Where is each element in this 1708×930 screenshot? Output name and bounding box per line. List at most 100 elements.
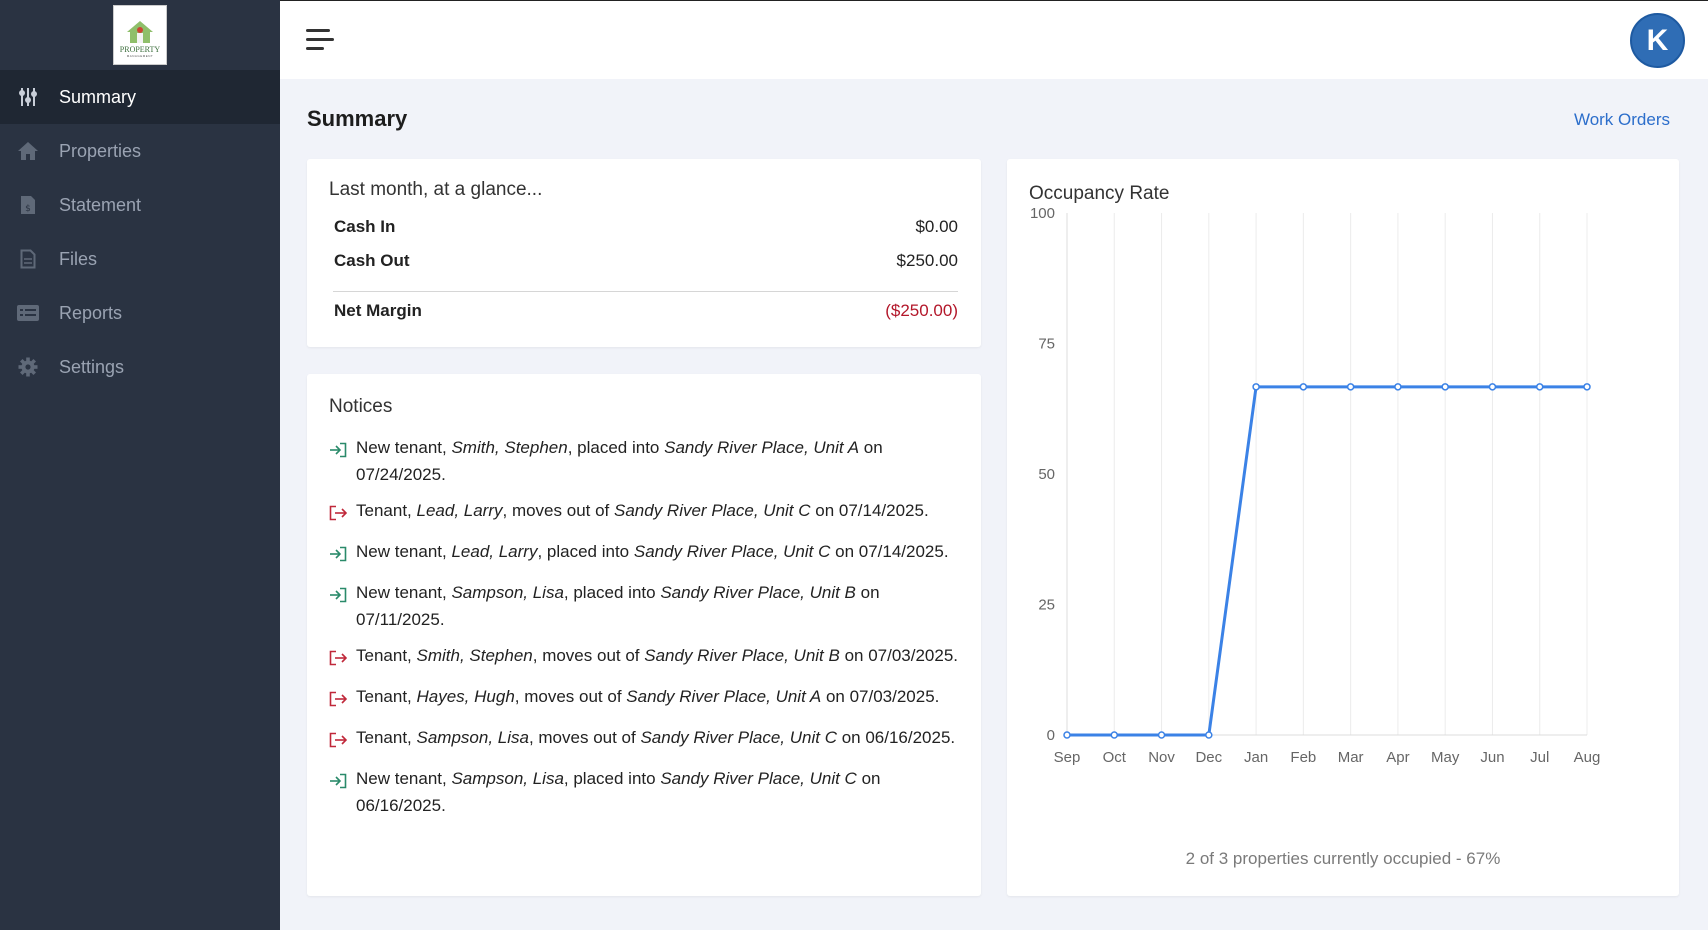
sidebar-item-label: Properties xyxy=(59,140,142,161)
notice-segment: New tenant, xyxy=(356,769,452,788)
notice-text: New tenant, Sampson, Lisa, placed into S… xyxy=(356,765,961,819)
notices-card: Notices New tenant, Smith, Stephen, plac… xyxy=(307,374,981,896)
sliders-icon xyxy=(16,85,40,109)
notice-segment: , placed into xyxy=(567,438,665,457)
notice-segment: on 07/03/2025. xyxy=(821,687,940,706)
sidebar-item-files[interactable]: Files xyxy=(0,232,280,286)
notice-item: New tenant, Smith, Stephen, placed into … xyxy=(329,434,961,488)
net-margin-value: ($250.00) xyxy=(885,301,958,320)
x-tick-label: Jul xyxy=(1530,749,1549,766)
home-icon xyxy=(16,139,40,163)
net-margin-label: Net Margin xyxy=(334,301,422,320)
notice-text: New tenant, Sampson, Lisa, placed into S… xyxy=(356,579,961,633)
page-title: Summary xyxy=(307,106,408,131)
sidebar-nav: Summary Properties $ Statement Files Rep… xyxy=(0,70,280,394)
notice-item: New tenant, Sampson, Lisa, placed into S… xyxy=(329,579,961,633)
notice-segment: on 07/14/2025. xyxy=(830,542,949,561)
data-point xyxy=(1205,731,1213,739)
notice-text: Tenant, Smith, Stephen, moves out of San… xyxy=(356,642,961,674)
y-tick-label: 25 xyxy=(1038,597,1055,614)
sidebar-item-summary[interactable]: Summary xyxy=(0,70,280,124)
glance-title: Last month, at a glance... xyxy=(329,179,543,200)
move-in-icon xyxy=(329,765,356,819)
chart-footer: 2 of 3 properties currently occupied - 6… xyxy=(1185,849,1501,868)
notice-item: New tenant, Lead, Larry, placed into San… xyxy=(329,538,961,570)
cash-in-value: $0.00 xyxy=(915,217,958,236)
notice-text: New tenant, Smith, Stephen, placed into … xyxy=(356,434,961,488)
data-point xyxy=(1488,383,1497,391)
x-tick-label: Apr xyxy=(1386,749,1409,766)
sidebar-item-reports[interactable]: Reports xyxy=(0,286,280,340)
notice-segment: Tenant, xyxy=(356,646,417,665)
notice-emphasis: Lead, Larry xyxy=(416,501,503,520)
data-point xyxy=(1394,383,1402,391)
notice-emphasis: Smith, Stephen xyxy=(451,438,568,457)
logo-area: PROPERTY MANAGEMENT xyxy=(0,0,280,70)
notice-emphasis: Sandy River Place, Unit C xyxy=(660,769,857,788)
notice-emphasis: Sampson, Lisa xyxy=(451,769,564,788)
data-point xyxy=(1299,383,1308,391)
notice-text: Tenant, Lead, Larry, moves out of Sandy … xyxy=(356,497,961,529)
data-point xyxy=(1063,731,1071,739)
avatar[interactable]: K xyxy=(1630,13,1685,68)
notices-title: Notices xyxy=(329,396,393,417)
move-in-icon xyxy=(329,579,356,633)
notice-segment: , placed into xyxy=(563,583,661,602)
top-bar: K xyxy=(280,0,1708,79)
notice-segment: New tenant, xyxy=(356,542,452,561)
data-point xyxy=(1535,383,1544,391)
notice-emphasis: Hayes, Hugh xyxy=(416,687,515,706)
notice-emphasis: Sandy River Place, Unit C xyxy=(614,501,811,520)
move-out-icon xyxy=(329,724,356,756)
svg-text:$: $ xyxy=(25,204,31,214)
notice-segment: , moves out of xyxy=(502,501,614,520)
menu-toggle-icon[interactable] xyxy=(306,29,334,51)
notice-segment: on 07/03/2025. xyxy=(839,646,959,665)
work-orders-link[interactable]: Work Orders xyxy=(1574,110,1670,130)
x-tick-label: May xyxy=(1431,749,1460,766)
sidebar-item-statement[interactable]: $ Statement xyxy=(0,178,280,232)
notice-segment: , moves out of xyxy=(532,646,645,665)
series-line xyxy=(1067,385,1587,737)
y-tick-label: 50 xyxy=(1038,466,1055,483)
move-in-icon xyxy=(329,538,356,570)
notice-emphasis: Sampson, Lisa xyxy=(416,728,529,747)
notice-emphasis: Lead, Larry xyxy=(451,542,538,561)
sidebar-item-label: Settings xyxy=(59,356,125,377)
notice-emphasis: Smith, Stephen xyxy=(416,646,533,665)
notice-segment: on 06/16/2025. xyxy=(836,728,956,747)
notice-text: Tenant, Sampson, Lisa, moves out of Sand… xyxy=(356,724,961,756)
data-point xyxy=(1583,383,1591,391)
data-point xyxy=(1346,383,1355,391)
x-tick-label: Jun xyxy=(1480,749,1504,766)
notice-list: New tenant, Smith, Stephen, placed into … xyxy=(329,434,961,828)
data-point xyxy=(1157,731,1166,739)
notice-emphasis: Sandy River Place, Unit A xyxy=(664,438,860,457)
notice-segment: Tenant, xyxy=(356,687,417,706)
list-card-icon xyxy=(16,301,40,325)
net-margin-row: Net Margin ($250.00) xyxy=(334,301,958,321)
sidebar: PROPERTY MANAGEMENT Summary Properties $… xyxy=(0,0,280,930)
house-logo-icon xyxy=(127,21,153,43)
y-tick-label: 100 xyxy=(1030,205,1055,222)
cash-out-label: Cash Out xyxy=(334,251,410,270)
notice-emphasis: Sandy River Place, Unit B xyxy=(644,646,840,665)
gear-icon xyxy=(16,355,40,379)
cash-out-value: $250.00 xyxy=(896,251,958,270)
notice-item: New tenant, Sampson, Lisa, placed into S… xyxy=(329,765,961,819)
y-tick-label: 0 xyxy=(1047,727,1055,744)
notice-segment: on 07/14/2025. xyxy=(810,501,929,520)
move-in-icon xyxy=(329,434,356,488)
notice-item: Tenant, Smith, Stephen, moves out of San… xyxy=(329,642,961,674)
x-tick-label: Dec xyxy=(1195,749,1222,766)
sidebar-item-label: Reports xyxy=(59,302,123,323)
occupancy-chart: 0 25 50 75 100 Sep Oct Nov Dec Jan Feb Mar Apr May Jun… xyxy=(1030,205,1600,766)
notice-emphasis: Sandy River Place, Unit B xyxy=(660,583,856,602)
document-dollar-icon: $ xyxy=(16,193,40,217)
notice-emphasis: Sandy River Place, Unit C xyxy=(633,542,831,561)
sidebar-item-settings[interactable]: Settings xyxy=(0,340,280,394)
cash-out-row: Cash Out $250.00 xyxy=(334,251,958,271)
sidebar-item-properties[interactable]: Properties xyxy=(0,124,280,178)
logo-text: PROPERTY xyxy=(119,45,161,54)
company-logo[interactable]: PROPERTY MANAGEMENT xyxy=(113,5,167,65)
